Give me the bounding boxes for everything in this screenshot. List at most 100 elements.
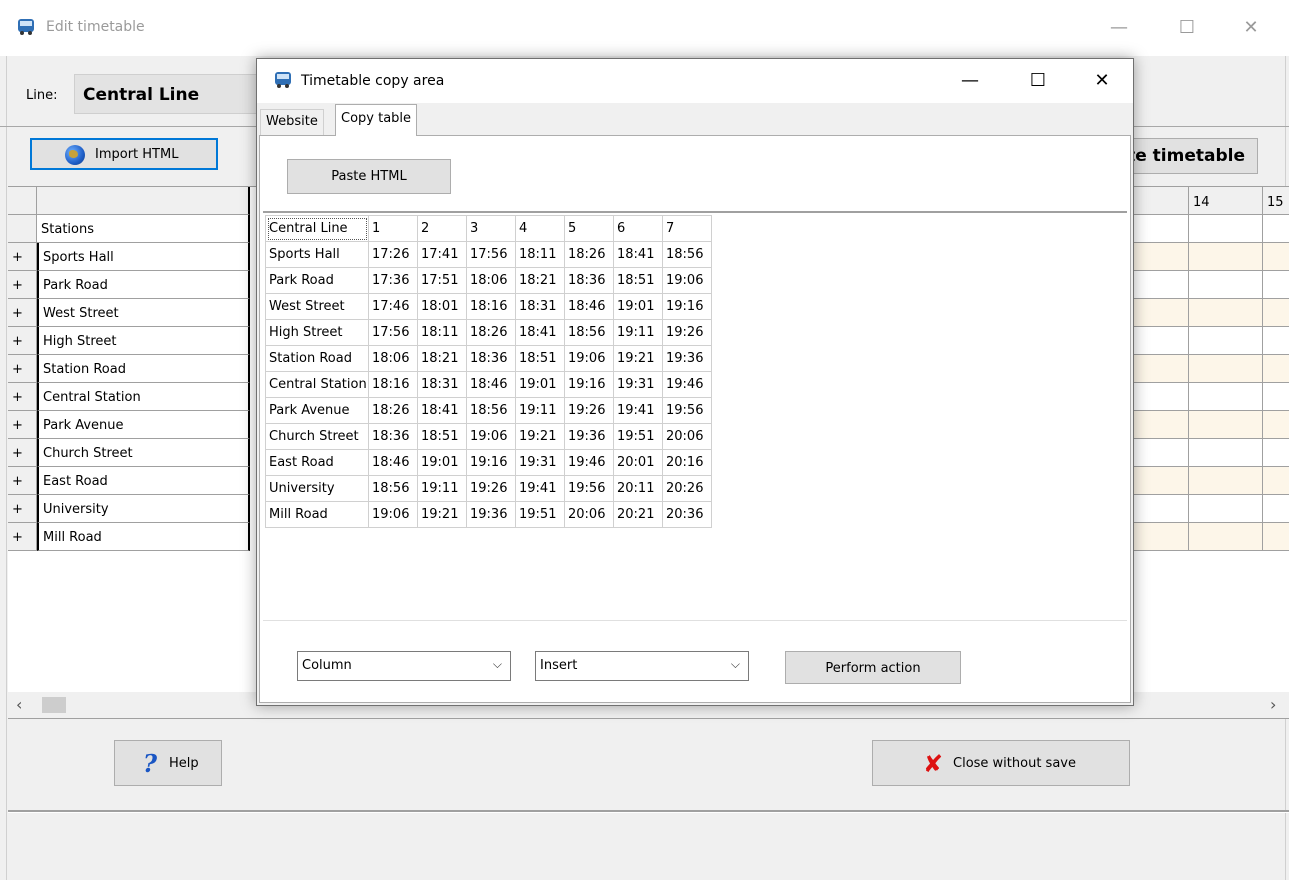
copy-table-time[interactable]: 18:56 [466, 397, 516, 424]
station-cell[interactable]: Church Street [37, 439, 250, 467]
expand-row-toggle[interactable]: + [8, 383, 37, 411]
time-cell[interactable] [1189, 411, 1263, 439]
expand-row-toggle[interactable]: + [8, 495, 37, 523]
copy-table-trip-number[interactable]: 4 [515, 215, 565, 242]
paste-html-button[interactable]: Paste HTML [287, 159, 451, 194]
copy-table-time[interactable]: 18:51 [515, 345, 565, 372]
copy-table-time[interactable]: 19:26 [662, 319, 712, 346]
copy-table-time[interactable]: 17:51 [417, 267, 467, 294]
copy-table-time[interactable]: 19:11 [417, 475, 467, 502]
minimize-button[interactable]: — [1096, 10, 1142, 46]
copy-table-time[interactable]: 18:01 [417, 293, 467, 320]
close-without-save-button[interactable]: ✘ Close without save [872, 740, 1130, 786]
copy-table-time[interactable]: 19:36 [466, 501, 516, 528]
copy-table-station[interactable]: Park Road [265, 267, 369, 294]
copy-table-time[interactable]: 18:26 [564, 241, 614, 268]
action-select[interactable]: Insert ⌵ [535, 651, 749, 681]
time-cell[interactable] [1263, 523, 1289, 551]
copy-table-trip-number[interactable]: 5 [564, 215, 614, 242]
time-cell[interactable] [1189, 327, 1263, 355]
copy-table-time[interactable]: 18:41 [515, 319, 565, 346]
import-html-button[interactable]: Import HTML [30, 138, 218, 170]
tab-copy-table[interactable]: Copy table [335, 104, 418, 136]
copy-table-trip-number[interactable]: 6 [613, 215, 663, 242]
copy-table-time[interactable]: 19:41 [613, 397, 663, 424]
station-cell[interactable]: East Road [37, 467, 250, 495]
copy-table-station[interactable]: West Street [265, 293, 369, 320]
copy-table-time[interactable]: 19:26 [564, 397, 614, 424]
copy-table-time[interactable]: 19:51 [613, 423, 663, 450]
copy-table-time[interactable]: 19:36 [662, 345, 712, 372]
copy-table-time[interactable]: 18:56 [368, 475, 418, 502]
copy-table-time[interactable]: 19:06 [564, 345, 614, 372]
copy-table-station[interactable]: Station Road [265, 345, 369, 372]
copy-table-time[interactable]: 18:51 [613, 267, 663, 294]
copy-table-time[interactable]: 19:51 [515, 501, 565, 528]
station-cell[interactable]: Park Avenue [37, 411, 250, 439]
copy-table-time[interactable]: 20:06 [662, 423, 712, 450]
copy-table-trip-number[interactable]: 3 [466, 215, 516, 242]
copy-table-time[interactable]: 19:01 [515, 371, 565, 398]
copy-table-time[interactable]: 18:06 [466, 267, 516, 294]
time-cell[interactable] [1263, 411, 1289, 439]
line-name-field[interactable]: Central Line [74, 74, 264, 114]
copy-table-time[interactable]: 20:11 [613, 475, 663, 502]
station-cell[interactable]: Sports Hall [37, 243, 250, 271]
expand-row-toggle[interactable]: + [8, 299, 37, 327]
copy-table-time[interactable]: 19:16 [466, 449, 516, 476]
copy-table-time[interactable]: 18:41 [417, 397, 467, 424]
copy-table-trip-number[interactable]: 7 [662, 215, 712, 242]
copy-table-time[interactable]: 18:56 [564, 319, 614, 346]
copy-table-time[interactable]: 18:26 [466, 319, 516, 346]
expand-row-toggle[interactable]: + [8, 327, 37, 355]
copy-table-time[interactable]: 19:11 [613, 319, 663, 346]
copy-table-station[interactable]: Central Station [265, 371, 369, 398]
time-cell[interactable] [1189, 495, 1263, 523]
copy-table-time[interactable]: 19:46 [564, 449, 614, 476]
copy-table-time[interactable]: 18:16 [368, 371, 418, 398]
scroll-right-icon[interactable]: › [1270, 695, 1276, 714]
copy-table-area[interactable]: Central Line 1 2 3 4 5 6 7 Sports Hall 17:26 17:41… [263, 211, 1127, 621]
time-cell[interactable] [1189, 383, 1263, 411]
copy-table-time[interactable]: 18:06 [368, 345, 418, 372]
timetable-button[interactable]: te timetable [1118, 138, 1258, 174]
expand-row-toggle[interactable]: + [8, 271, 37, 299]
copy-table-time[interactable]: 20:26 [662, 475, 712, 502]
copy-table-time[interactable]: 19:21 [515, 423, 565, 450]
time-cell[interactable] [1189, 243, 1263, 271]
copy-table-time[interactable]: 18:46 [368, 449, 418, 476]
time-cell[interactable] [1189, 523, 1263, 551]
close-window-button[interactable]: ✕ [1228, 10, 1274, 46]
copy-table-time[interactable]: 17:26 [368, 241, 418, 268]
expand-row-toggle[interactable]: + [8, 439, 37, 467]
station-cell[interactable]: Park Road [37, 271, 250, 299]
copy-table-time[interactable]: 17:36 [368, 267, 418, 294]
copy-table-time[interactable]: 18:46 [564, 293, 614, 320]
copy-table-time[interactable]: 17:46 [368, 293, 418, 320]
copy-table-time[interactable]: 18:16 [466, 293, 516, 320]
copy-table-time[interactable]: 19:11 [515, 397, 565, 424]
tab-website[interactable]: Website [260, 109, 324, 135]
time-cell[interactable] [1263, 495, 1289, 523]
copy-table-time[interactable]: 19:01 [417, 449, 467, 476]
copy-table-time[interactable]: 18:51 [417, 423, 467, 450]
expand-row-toggle[interactable]: + [8, 523, 37, 551]
scrollbar-thumb[interactable] [42, 697, 66, 713]
copy-table-time[interactable]: 18:41 [613, 241, 663, 268]
copy-table-time[interactable]: 19:16 [564, 371, 614, 398]
copy-table-trip-number[interactable]: 2 [417, 215, 467, 242]
copy-table-station[interactable]: Mill Road [265, 501, 369, 528]
time-cell[interactable] [1189, 439, 1263, 467]
copy-table-time[interactable]: 19:21 [417, 501, 467, 528]
copy-table-station[interactable]: Church Street [265, 423, 369, 450]
copy-table-station[interactable]: Sports Hall [265, 241, 369, 268]
copy-table-time[interactable]: 18:36 [368, 423, 418, 450]
copy-table-time[interactable]: 18:56 [662, 241, 712, 268]
copy-table-time[interactable]: 18:21 [417, 345, 467, 372]
time-cell[interactable] [1263, 327, 1289, 355]
station-cell[interactable]: West Street [37, 299, 250, 327]
target-select[interactable]: Column ⌵ [297, 651, 511, 681]
copy-table-time[interactable]: 20:21 [613, 501, 663, 528]
copy-table-time[interactable]: 18:11 [417, 319, 467, 346]
help-button[interactable]: ? Help [114, 740, 222, 786]
